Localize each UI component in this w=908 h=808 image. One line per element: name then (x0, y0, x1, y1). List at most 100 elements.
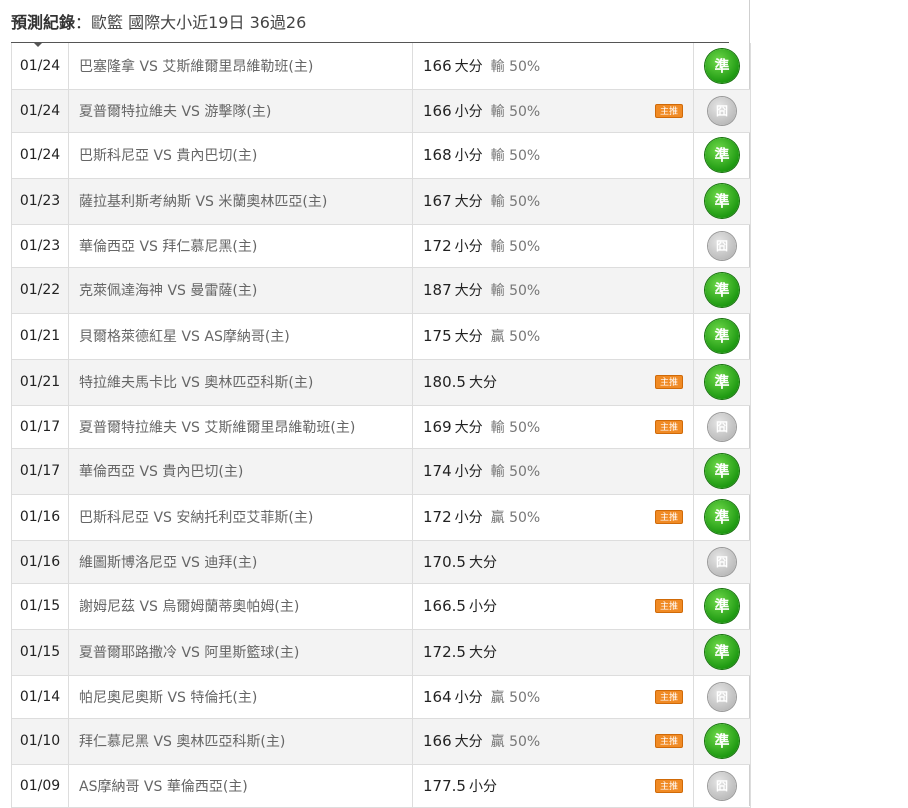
pick-over-under: 小分 (454, 148, 483, 164)
header-label: 預測紀錄 (11, 13, 76, 32)
row-result: 準 (693, 448, 751, 495)
pick-line-value: 166 (423, 101, 452, 120)
result-correct-icon: 準 (705, 589, 739, 623)
pick-line-value: 177.5 (423, 776, 466, 795)
table-row[interactable]: 01/21 特拉維夫馬卡比 VS 奧林匹亞科斯(主) 180.5 大分 主推 準 (11, 359, 751, 406)
header-separator: ： (75, 13, 92, 32)
table-row[interactable]: 01/23 華倫西亞 VS 拜仁慕尼黑(主) 172 小分輸 50% 囧 (11, 224, 751, 268)
table-row[interactable]: 01/24 夏普爾特拉維夫 VS 游擊隊(主) 166 小分輸 50% 主推 囧 (11, 89, 751, 133)
header-subtitle: 歐籃 國際大小近19日 36過26 (91, 13, 307, 32)
result-correct-icon: 準 (705, 454, 739, 488)
result-correct-icon: 準 (705, 184, 739, 218)
pick-percentage: 輸 50% (490, 194, 541, 210)
table-row[interactable]: 01/17 夏普爾特拉維夫 VS 艾斯維爾里昂維勒班(主) 169 大分輸 50% 主推… (11, 405, 751, 449)
row-pick: 168 小分輸 50% (412, 132, 694, 179)
result-correct-icon: 準 (705, 273, 739, 307)
pick-percentage: 贏 50% (490, 734, 541, 750)
featured-pick-badge: 主推 (655, 419, 683, 434)
row-match: 夏普爾特拉維夫 VS 游擊隊(主) (68, 89, 413, 133)
row-match: 薩拉基利斯考納斯 VS 米蘭奧林匹亞(主) (68, 178, 413, 225)
result-wrong-icon: 囧 (708, 231, 736, 260)
row-pick: 175 大分贏 50% (412, 313, 694, 360)
result-wrong-icon: 囧 (708, 682, 736, 711)
row-result: 準 (693, 132, 751, 179)
pick-percentage: 輸 50% (490, 464, 541, 480)
row-pick: 167 大分輸 50% (412, 178, 694, 225)
row-date: 01/17 (11, 405, 69, 449)
row-match: 克萊佩達海神 VS 曼雷薩(主) (68, 267, 413, 314)
row-result: 囧 (693, 540, 751, 584)
row-date: 01/24 (11, 132, 69, 179)
pick-over-under: 大分 (454, 194, 483, 210)
row-match: 維圖斯博洛尼亞 VS 迪拜(主) (68, 540, 413, 584)
result-correct-icon: 準 (705, 635, 739, 669)
row-date: 01/24 (11, 89, 69, 133)
row-result: 囧 (693, 764, 751, 808)
table-row[interactable]: 01/09 AS摩納哥 VS 華倫西亞(主) 177.5 小分 主推 囧 (11, 764, 751, 808)
row-match: 巴斯科尼亞 VS 安納托利亞艾菲斯(主) (68, 494, 413, 541)
table-row[interactable]: 01/10 拜仁慕尼黑 VS 奧林匹亞科斯(主) 166 大分贏 50% 主推 準 (11, 718, 751, 765)
result-wrong-icon: 囧 (708, 412, 736, 441)
row-date: 01/21 (11, 313, 69, 360)
result-wrong-icon: 囧 (708, 96, 736, 125)
pick-percentage: 輸 50% (490, 283, 541, 299)
row-pick: 172 小分輸 50% (412, 224, 694, 268)
row-result: 準 (693, 629, 751, 676)
row-pick: 166 大分贏 50% 主推 (412, 718, 694, 765)
featured-pick-badge: 主推 (655, 734, 683, 748)
featured-pick-badge: 主推 (655, 689, 683, 704)
pick-over-under: 大分 (454, 283, 483, 299)
row-result: 準 (693, 718, 751, 765)
table-row[interactable]: 01/15 謝姆尼茲 VS 烏爾姆蘭蒂奧帕姆(主) 166.5 小分 主推 準 (11, 583, 751, 630)
table-row[interactable]: 01/24 巴塞隆拿 VS 艾斯維爾里昂維勒班(主) 166 大分輸 50% 準 (11, 43, 751, 90)
table-row[interactable]: 01/22 克萊佩達海神 VS 曼雷薩(主) 187 大分輸 50% 準 (11, 267, 751, 314)
pick-over-under: 小分 (454, 103, 483, 120)
table-row[interactable]: 01/23 薩拉基利斯考納斯 VS 米蘭奧林匹亞(主) 167 大分輸 50% 準 (11, 178, 751, 225)
row-result: 準 (693, 583, 751, 630)
row-pick: 166 大分輸 50% (412, 43, 694, 90)
pick-percentage: 贏 50% (490, 689, 541, 706)
row-result: 準 (693, 267, 751, 314)
result-wrong-icon: 囧 (708, 547, 736, 576)
row-match: 夏普爾耶路撒冷 VS 阿里斯籃球(主) (68, 629, 413, 676)
table-row[interactable]: 01/17 華倫西亞 VS 貴內巴切(主) 174 小分輸 50% 準 (11, 448, 751, 495)
pick-line-value: 167 (423, 192, 452, 210)
pick-line-value: 168 (423, 146, 452, 164)
row-pick: 169 大分輸 50% 主推 (412, 405, 694, 449)
row-pick: 164 小分贏 50% 主推 (412, 675, 694, 719)
pick-over-under: 大分 (454, 734, 483, 750)
row-match: 巴斯科尼亞 VS 貴內巴切(主) (68, 132, 413, 179)
row-pick: 170.5 大分 (412, 540, 694, 584)
row-date: 01/23 (11, 178, 69, 225)
pick-line-value: 172.5 (423, 643, 466, 661)
table-row[interactable]: 01/24 巴斯科尼亞 VS 貴內巴切(主) 168 小分輸 50% 準 (11, 132, 751, 179)
table-row[interactable]: 01/15 夏普爾耶路撒冷 VS 阿里斯籃球(主) 172.5 大分準 (11, 629, 751, 676)
pick-line-value: 174 (423, 462, 452, 480)
pick-line-value: 172 (423, 236, 452, 255)
pick-percentage: 輸 50% (490, 58, 541, 75)
row-match: 特拉維夫馬卡比 VS 奧林匹亞科斯(主) (68, 359, 413, 406)
result-correct-icon: 準 (705, 138, 739, 172)
pick-line-value: 166 (423, 56, 452, 75)
row-match: 拜仁慕尼黑 VS 奧林匹亞科斯(主) (68, 718, 413, 765)
row-match: 巴塞隆拿 VS 艾斯維爾里昂維勒班(主) (68, 43, 413, 90)
table-row[interactable]: 01/16 巴斯科尼亞 VS 安納托利亞艾菲斯(主) 172 小分贏 50% 主推 準 (11, 494, 751, 541)
table-row[interactable]: 01/14 帕尼奧尼奧斯 VS 特倫托(主) 164 小分贏 50% 主推 囧 (11, 675, 751, 719)
row-result: 準 (693, 178, 751, 225)
row-date: 01/22 (11, 267, 69, 314)
featured-pick-badge: 主推 (655, 778, 683, 793)
featured-pick-badge: 主推 (655, 510, 683, 524)
table-row[interactable]: 01/21 貝爾格萊德紅星 VS AS摩納哥(主) 175 大分贏 50% 準 (11, 313, 751, 360)
pick-line-value: 172 (423, 508, 452, 526)
row-date: 01/24 (11, 43, 69, 90)
row-date: 01/14 (11, 675, 69, 719)
row-date: 01/16 (11, 540, 69, 584)
row-date: 01/23 (11, 224, 69, 268)
row-pick: 177.5 小分 主推 (412, 764, 694, 808)
section-header: 預測紀錄：歐籃 國際大小近19日 36過26 (11, 10, 306, 36)
pick-percentage: 輸 50% (490, 419, 541, 436)
pick-over-under: 大分 (454, 419, 483, 436)
result-correct-icon: 準 (705, 48, 739, 83)
row-date: 01/17 (11, 448, 69, 495)
table-row[interactable]: 01/16 維圖斯博洛尼亞 VS 迪拜(主) 170.5 大分囧 (11, 540, 751, 584)
